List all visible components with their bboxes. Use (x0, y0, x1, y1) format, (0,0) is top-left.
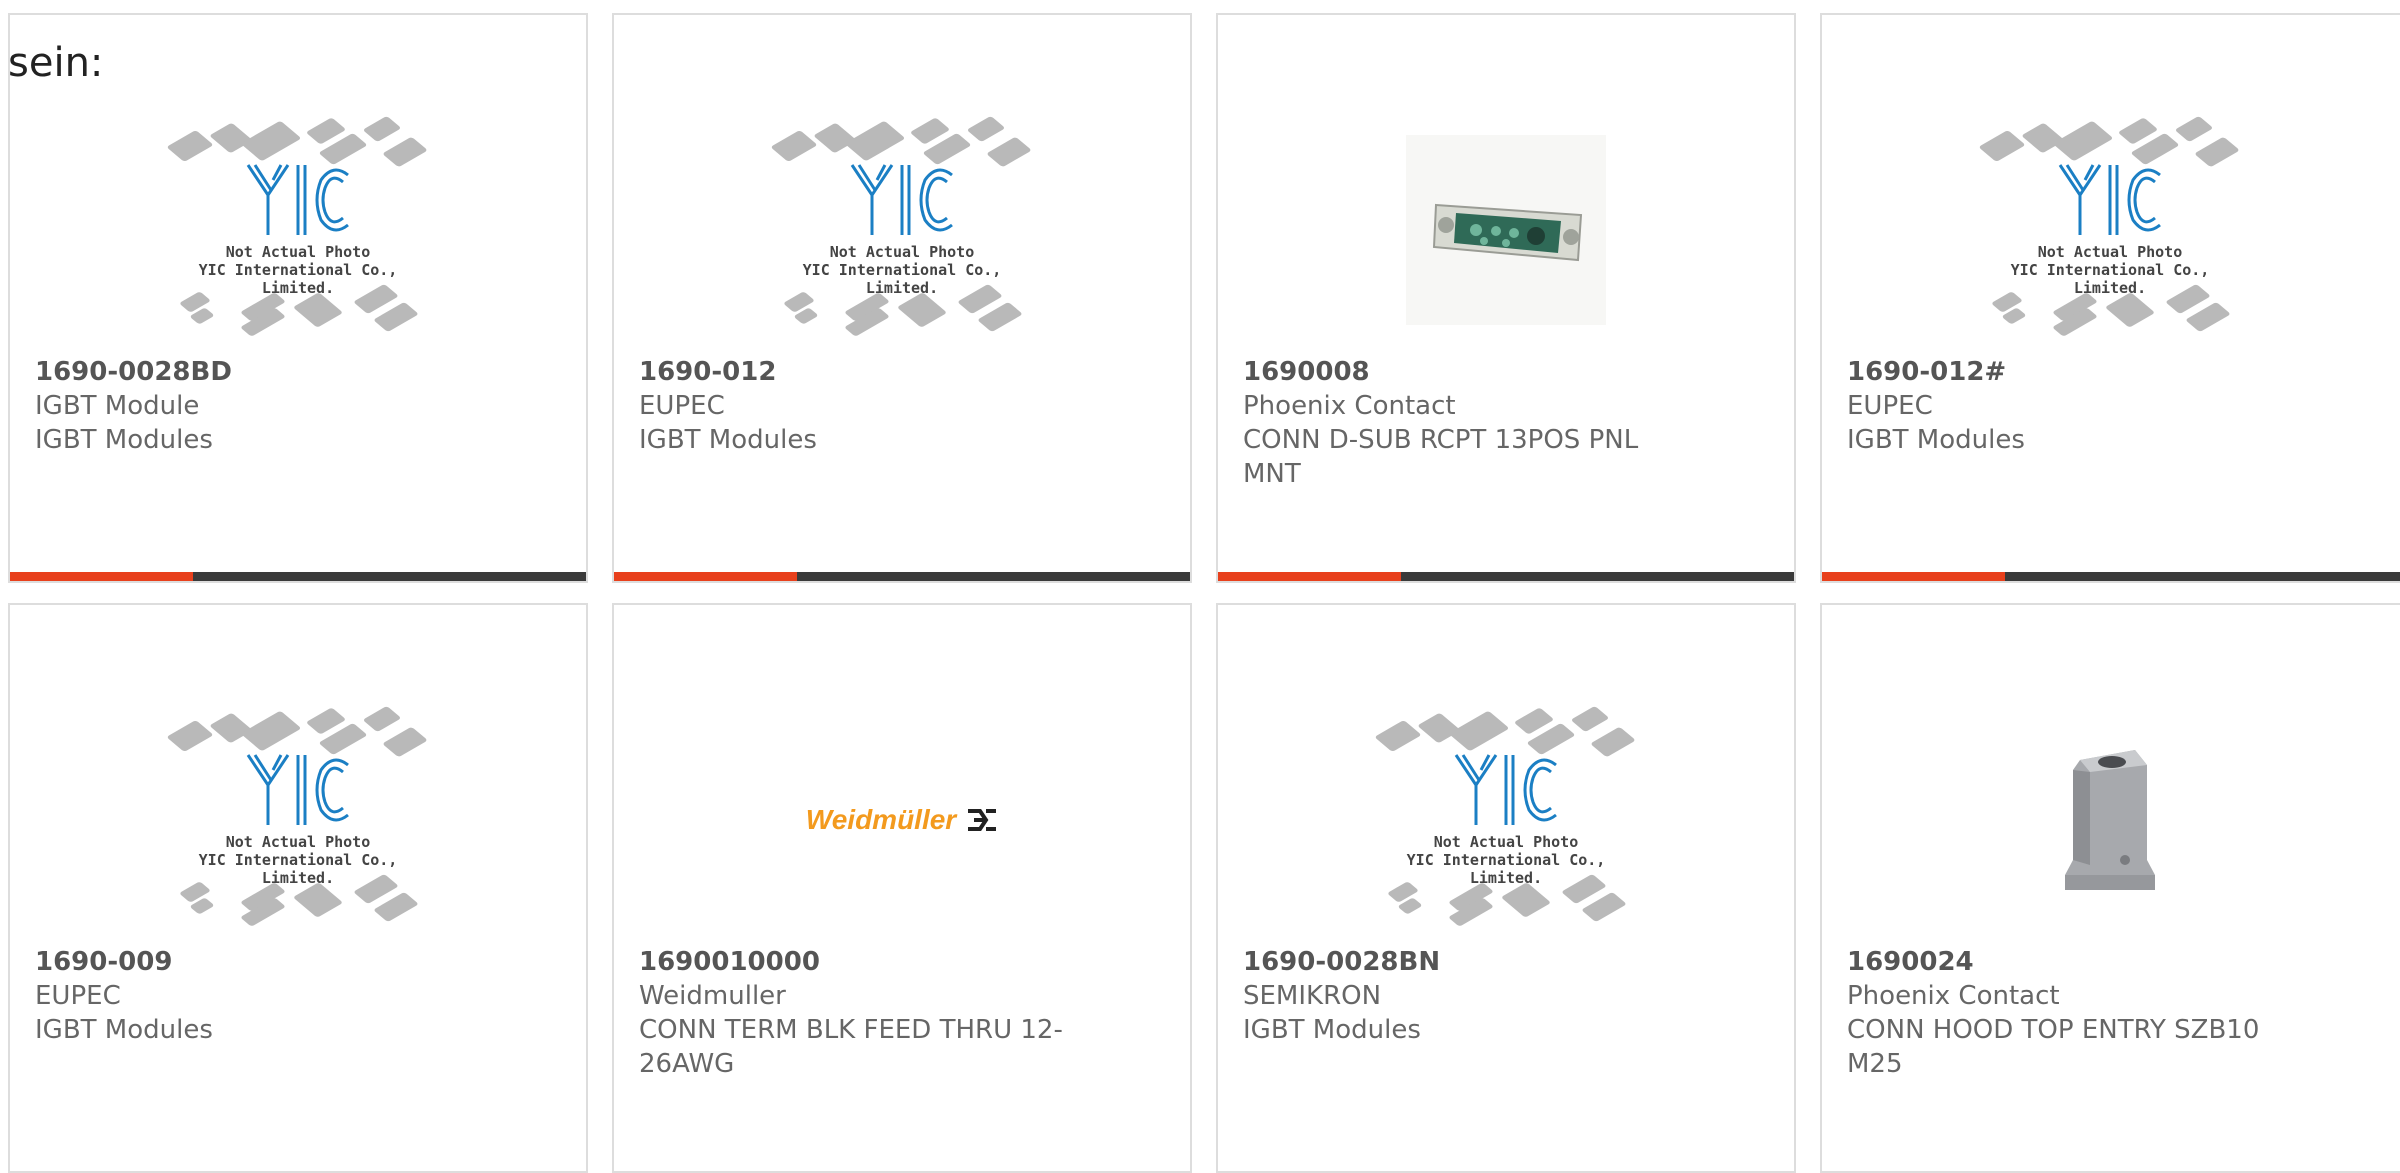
product-card[interactable]: 1690008 Phoenix Contact CONN D-SUB RCPT … (1216, 13, 1796, 583)
manufacturer: EUPEC (639, 391, 725, 421)
card-accent-bar (10, 572, 193, 581)
weidmuller-logo-image: Weidmüller (806, 804, 998, 836)
product-image[interactable]: Weidmüller (614, 685, 1190, 955)
product-info: 1690-012# EUPEC IGBT Modules (1847, 355, 2368, 457)
hood-connector-image (2065, 750, 2155, 890)
placeholder-caption: Not Actual Photo YIC International Co., … (163, 243, 433, 297)
card-bottom-bar (614, 572, 1190, 581)
placeholder-line-1: Not Actual Photo (225, 833, 371, 851)
placeholder-caption: Not Actual Photo YIC International Co., … (1371, 833, 1641, 887)
manufacturer: EUPEC (1847, 391, 1933, 421)
product-card[interactable]: Weidmüller 1690010000 Weidmuller CONN TE… (612, 603, 1192, 1173)
yic-logo-icon (2058, 164, 2161, 235)
part-number[interactable]: 1690-012 (639, 355, 1150, 389)
manufacturer: Weidmuller (639, 981, 786, 1011)
product-card[interactable]: Not Actual Photo YIC International Co., … (1820, 13, 2400, 583)
dsub-connector-image (1406, 135, 1606, 325)
product-info: 1690008 Phoenix Contact CONN D-SUB RCPT … (1243, 355, 1754, 491)
placeholder-line-1: Not Actual Photo (2037, 243, 2183, 261)
card-accent-bar (1822, 572, 2005, 581)
product-image[interactable]: Not Actual Photo YIC International Co., … (10, 95, 586, 365)
product-info: 1690024 Phoenix Contact CONN HOOD TOP EN… (1847, 945, 2368, 1081)
description-cont: MNT (1243, 459, 1301, 489)
product-image[interactable] (1218, 95, 1794, 365)
part-number[interactable]: 1690024 (1847, 945, 2368, 979)
yic-placeholder-image: Not Actual Photo YIC International Co., … (1371, 700, 1641, 940)
description-cont: 26AWG (639, 1049, 735, 1079)
product-info: 1690-0028BD IGBT Module IGBT Modules (35, 355, 546, 457)
placeholder-caption: Not Actual Photo YIC International Co., … (767, 243, 1037, 297)
product-image[interactable]: Not Actual Photo YIC International Co., … (614, 95, 1190, 365)
description: IGBT Modules (35, 425, 213, 455)
weidmuller-mark-icon (968, 809, 997, 831)
part-number[interactable]: 1690-0028BD (35, 355, 546, 389)
product-info: 1690-009 EUPEC IGBT Modules (35, 945, 546, 1047)
yic-logo-icon (246, 754, 349, 825)
description: IGBT Modules (639, 425, 817, 455)
yic-placeholder-image: Not Actual Photo YIC International Co., … (163, 700, 433, 940)
weidmuller-logo-text: Weidmüller (805, 804, 957, 835)
description: IGBT Modules (1243, 1015, 1421, 1045)
product-card[interactable]: Not Actual Photo YIC International Co., … (8, 13, 588, 583)
product-image[interactable] (1822, 685, 2398, 955)
product-grid: Not Actual Photo YIC International Co., … (0, 0, 2400, 1173)
yic-placeholder-image: Not Actual Photo YIC International Co., … (1975, 110, 2245, 350)
yic-logo-icon (850, 164, 953, 235)
placeholder-caption: Not Actual Photo YIC International Co., … (1975, 243, 2245, 297)
manufacturer: SEMIKRON (1243, 981, 1382, 1011)
placeholder-line-1: Not Actual Photo (225, 243, 371, 261)
manufacturer: IGBT Module (35, 391, 200, 421)
part-number[interactable]: 1690-009 (35, 945, 546, 979)
description-cont: M25 (1847, 1049, 1903, 1079)
manufacturer: Phoenix Contact (1243, 391, 1456, 421)
product-card[interactable]: Not Actual Photo YIC International Co., … (8, 603, 588, 1173)
card-bottom-bar (1822, 572, 2400, 581)
card-accent-bar (1218, 572, 1401, 581)
description: IGBT Modules (1847, 425, 2025, 455)
card-bottom-bar (10, 572, 586, 581)
yic-logo-icon (246, 164, 349, 235)
description: CONN TERM BLK FEED THRU 12- (639, 1015, 1063, 1045)
product-image[interactable]: Not Actual Photo YIC International Co., … (1822, 95, 2398, 365)
product-card[interactable]: Not Actual Photo YIC International Co., … (1216, 603, 1796, 1173)
placeholder-caption: Not Actual Photo YIC International Co., … (163, 833, 433, 887)
placeholder-line-1: Not Actual Photo (829, 243, 975, 261)
product-card[interactable]: Not Actual Photo YIC International Co., … (612, 13, 1192, 583)
description: IGBT Modules (35, 1015, 213, 1045)
product-card[interactable]: 1690024 Phoenix Contact CONN HOOD TOP EN… (1820, 603, 2400, 1173)
part-number[interactable]: 1690-012# (1847, 355, 2368, 389)
lead-text: sein: (8, 40, 104, 86)
manufacturer: EUPEC (35, 981, 121, 1011)
manufacturer: Phoenix Contact (1847, 981, 2060, 1011)
yic-placeholder-image: Not Actual Photo YIC International Co., … (163, 110, 433, 350)
part-number[interactable]: 1690-0028BN (1243, 945, 1754, 979)
part-number[interactable]: 1690010000 (639, 945, 1150, 979)
yic-placeholder-image: Not Actual Photo YIC International Co., … (767, 110, 1037, 350)
card-accent-bar (614, 572, 797, 581)
product-info: 1690-0028BN SEMIKRON IGBT Modules (1243, 945, 1754, 1047)
card-bottom-bar (1218, 572, 1794, 581)
placeholder-line-1: Not Actual Photo (1433, 833, 1579, 851)
product-info: 1690-012 EUPEC IGBT Modules (639, 355, 1150, 457)
description: CONN HOOD TOP ENTRY SZB10 (1847, 1015, 2260, 1045)
product-image[interactable]: Not Actual Photo YIC International Co., … (10, 685, 586, 955)
yic-logo-icon (1454, 754, 1557, 825)
part-number[interactable]: 1690008 (1243, 355, 1754, 389)
product-image[interactable]: Not Actual Photo YIC International Co., … (1218, 685, 1794, 955)
product-info: 1690010000 Weidmuller CONN TERM BLK FEED… (639, 945, 1150, 1081)
description: CONN D-SUB RCPT 13POS PNL (1243, 425, 1639, 455)
